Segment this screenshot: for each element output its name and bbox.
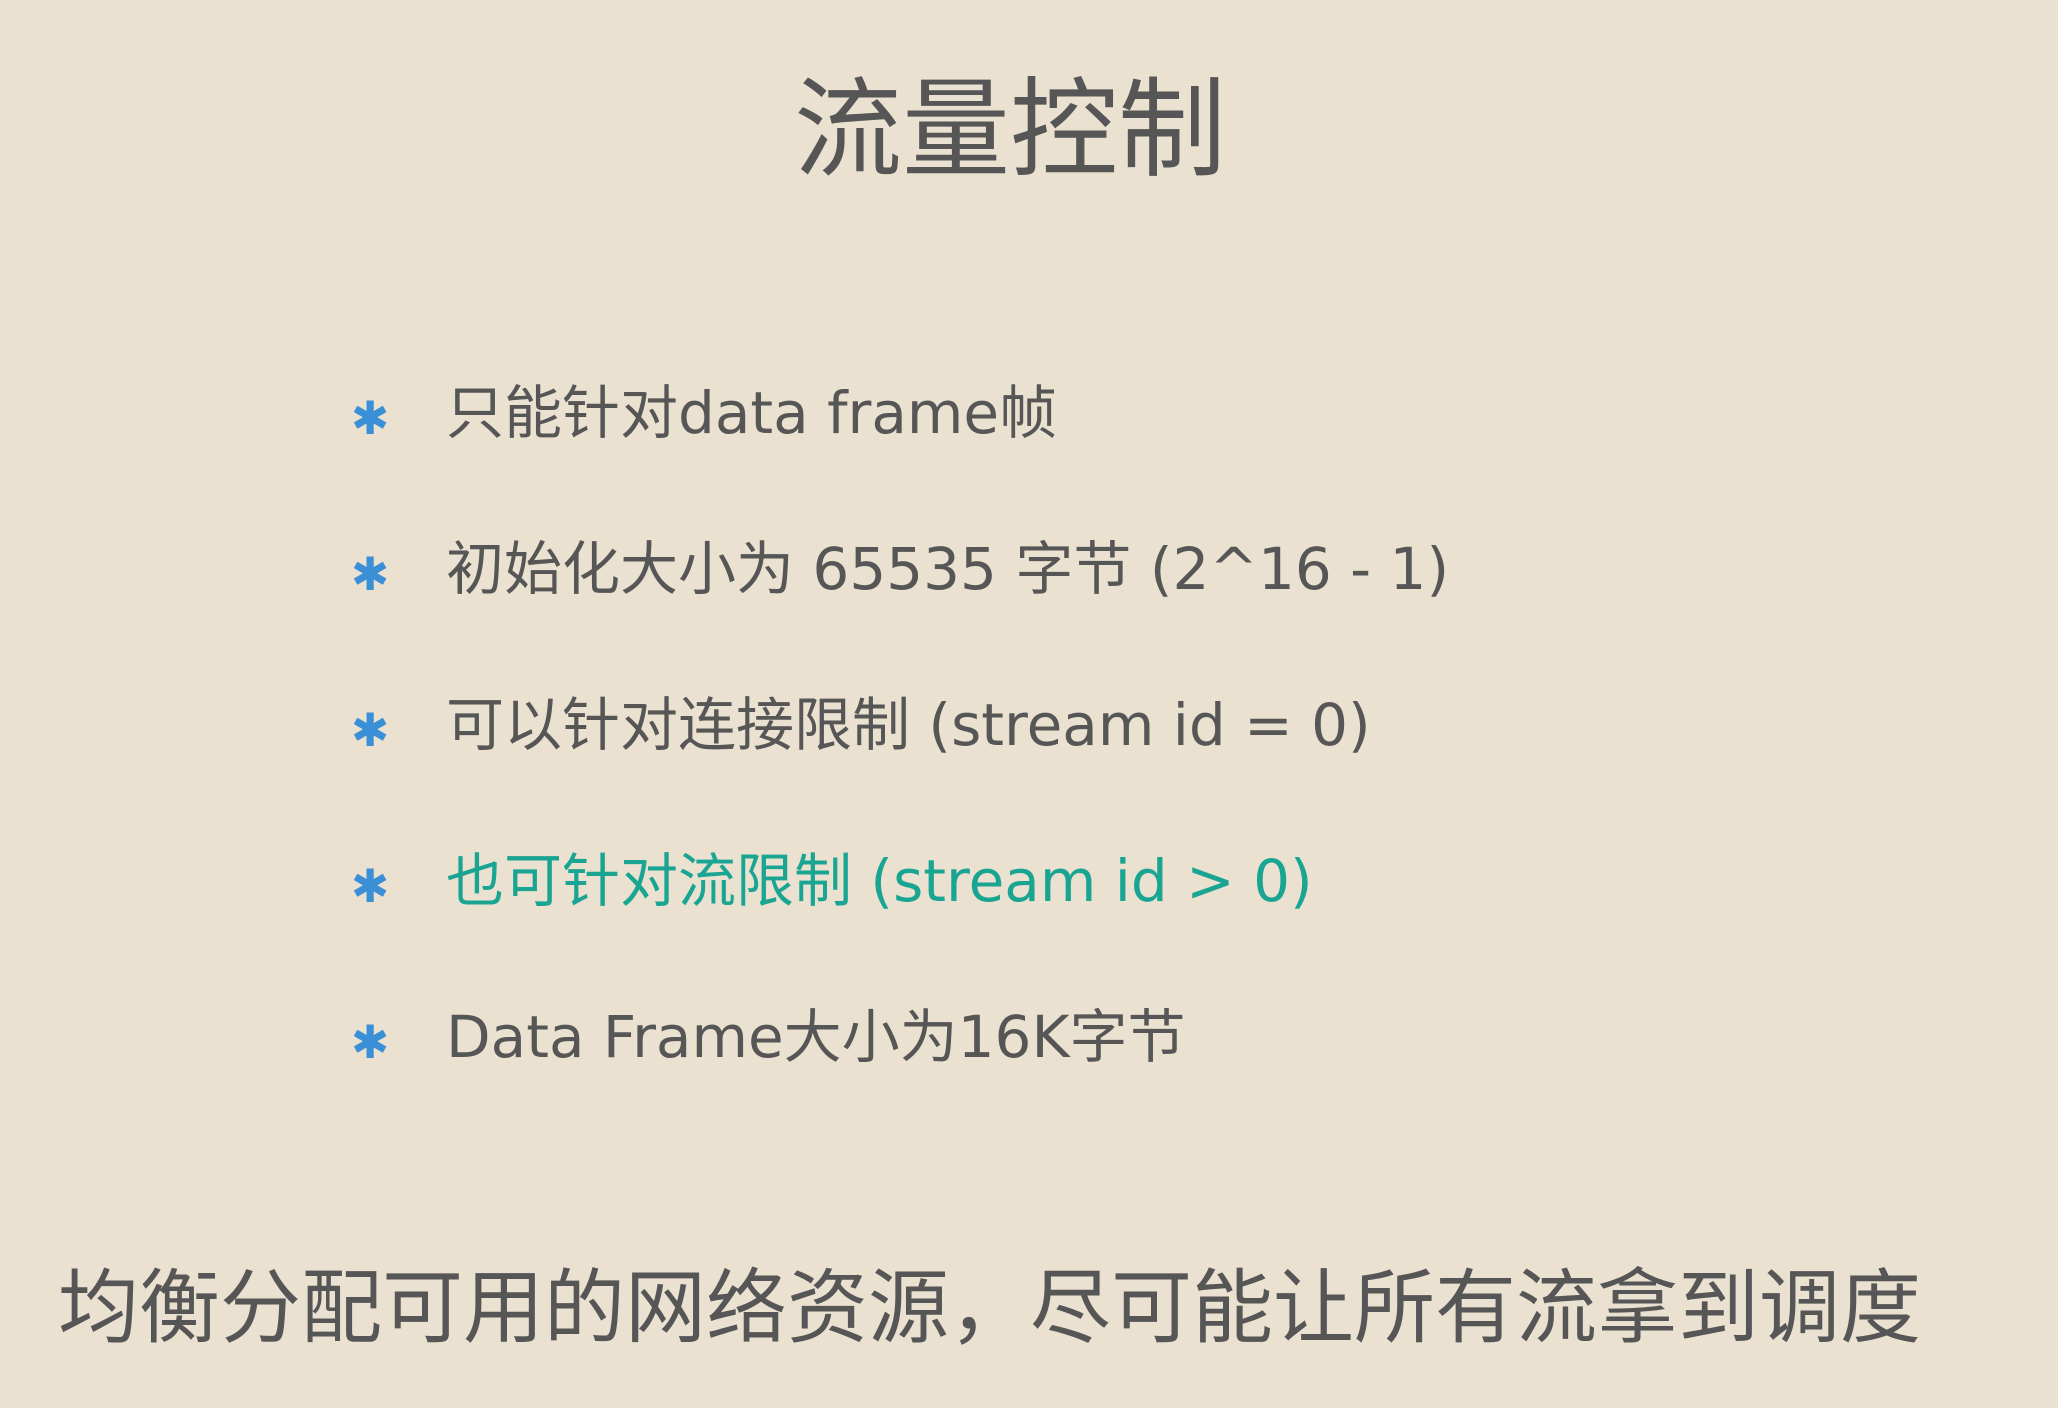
bullet-item: ✱ 也可针对流限制 (stream id > 0) — [346, 803, 1846, 959]
asterisk-icon: ✱ — [350, 859, 390, 913]
bullet-text: 也可针对流限制 (stream id > 0) — [446, 847, 1313, 915]
bullet-text: 只能针对data frame帧 — [446, 379, 1058, 447]
bullet-text: 初始化大小为 65535 字节 (2^16 - 1) — [446, 535, 1450, 603]
bullet-item: ✱ 初始化大小为 65535 字节 (2^16 - 1) — [346, 491, 1846, 647]
asterisk-icon: ✱ — [350, 391, 390, 445]
bullet-item: ✱ 可以针对连接限制 (stream id = 0) — [346, 647, 1846, 803]
asterisk-icon: ✱ — [350, 1015, 390, 1069]
slide-title: 流量控制 — [793, 68, 1226, 193]
asterisk-icon: ✱ — [350, 703, 390, 757]
bullet-item: ✱ 只能针对data frame帧 — [346, 335, 1846, 491]
slide: 流量控制 ✱ 只能针对data frame帧 ✱ 初始化大小为 65535 字节… — [0, 0, 2058, 1408]
asterisk-icon: ✱ — [350, 547, 390, 601]
bullet-text: 可以针对连接限制 (stream id = 0) — [446, 691, 1371, 759]
bullet-text: Data Frame大小为16K字节 — [446, 1003, 1186, 1071]
slide-summary: 均衡分配可用的网络资源，尽可能让所有流拿到调度 — [58, 1262, 1922, 1356]
bullet-list: ✱ 只能针对data frame帧 ✱ 初始化大小为 65535 字节 (2^1… — [346, 335, 1846, 1115]
bullet-item: ✱ Data Frame大小为16K字节 — [346, 959, 1846, 1115]
